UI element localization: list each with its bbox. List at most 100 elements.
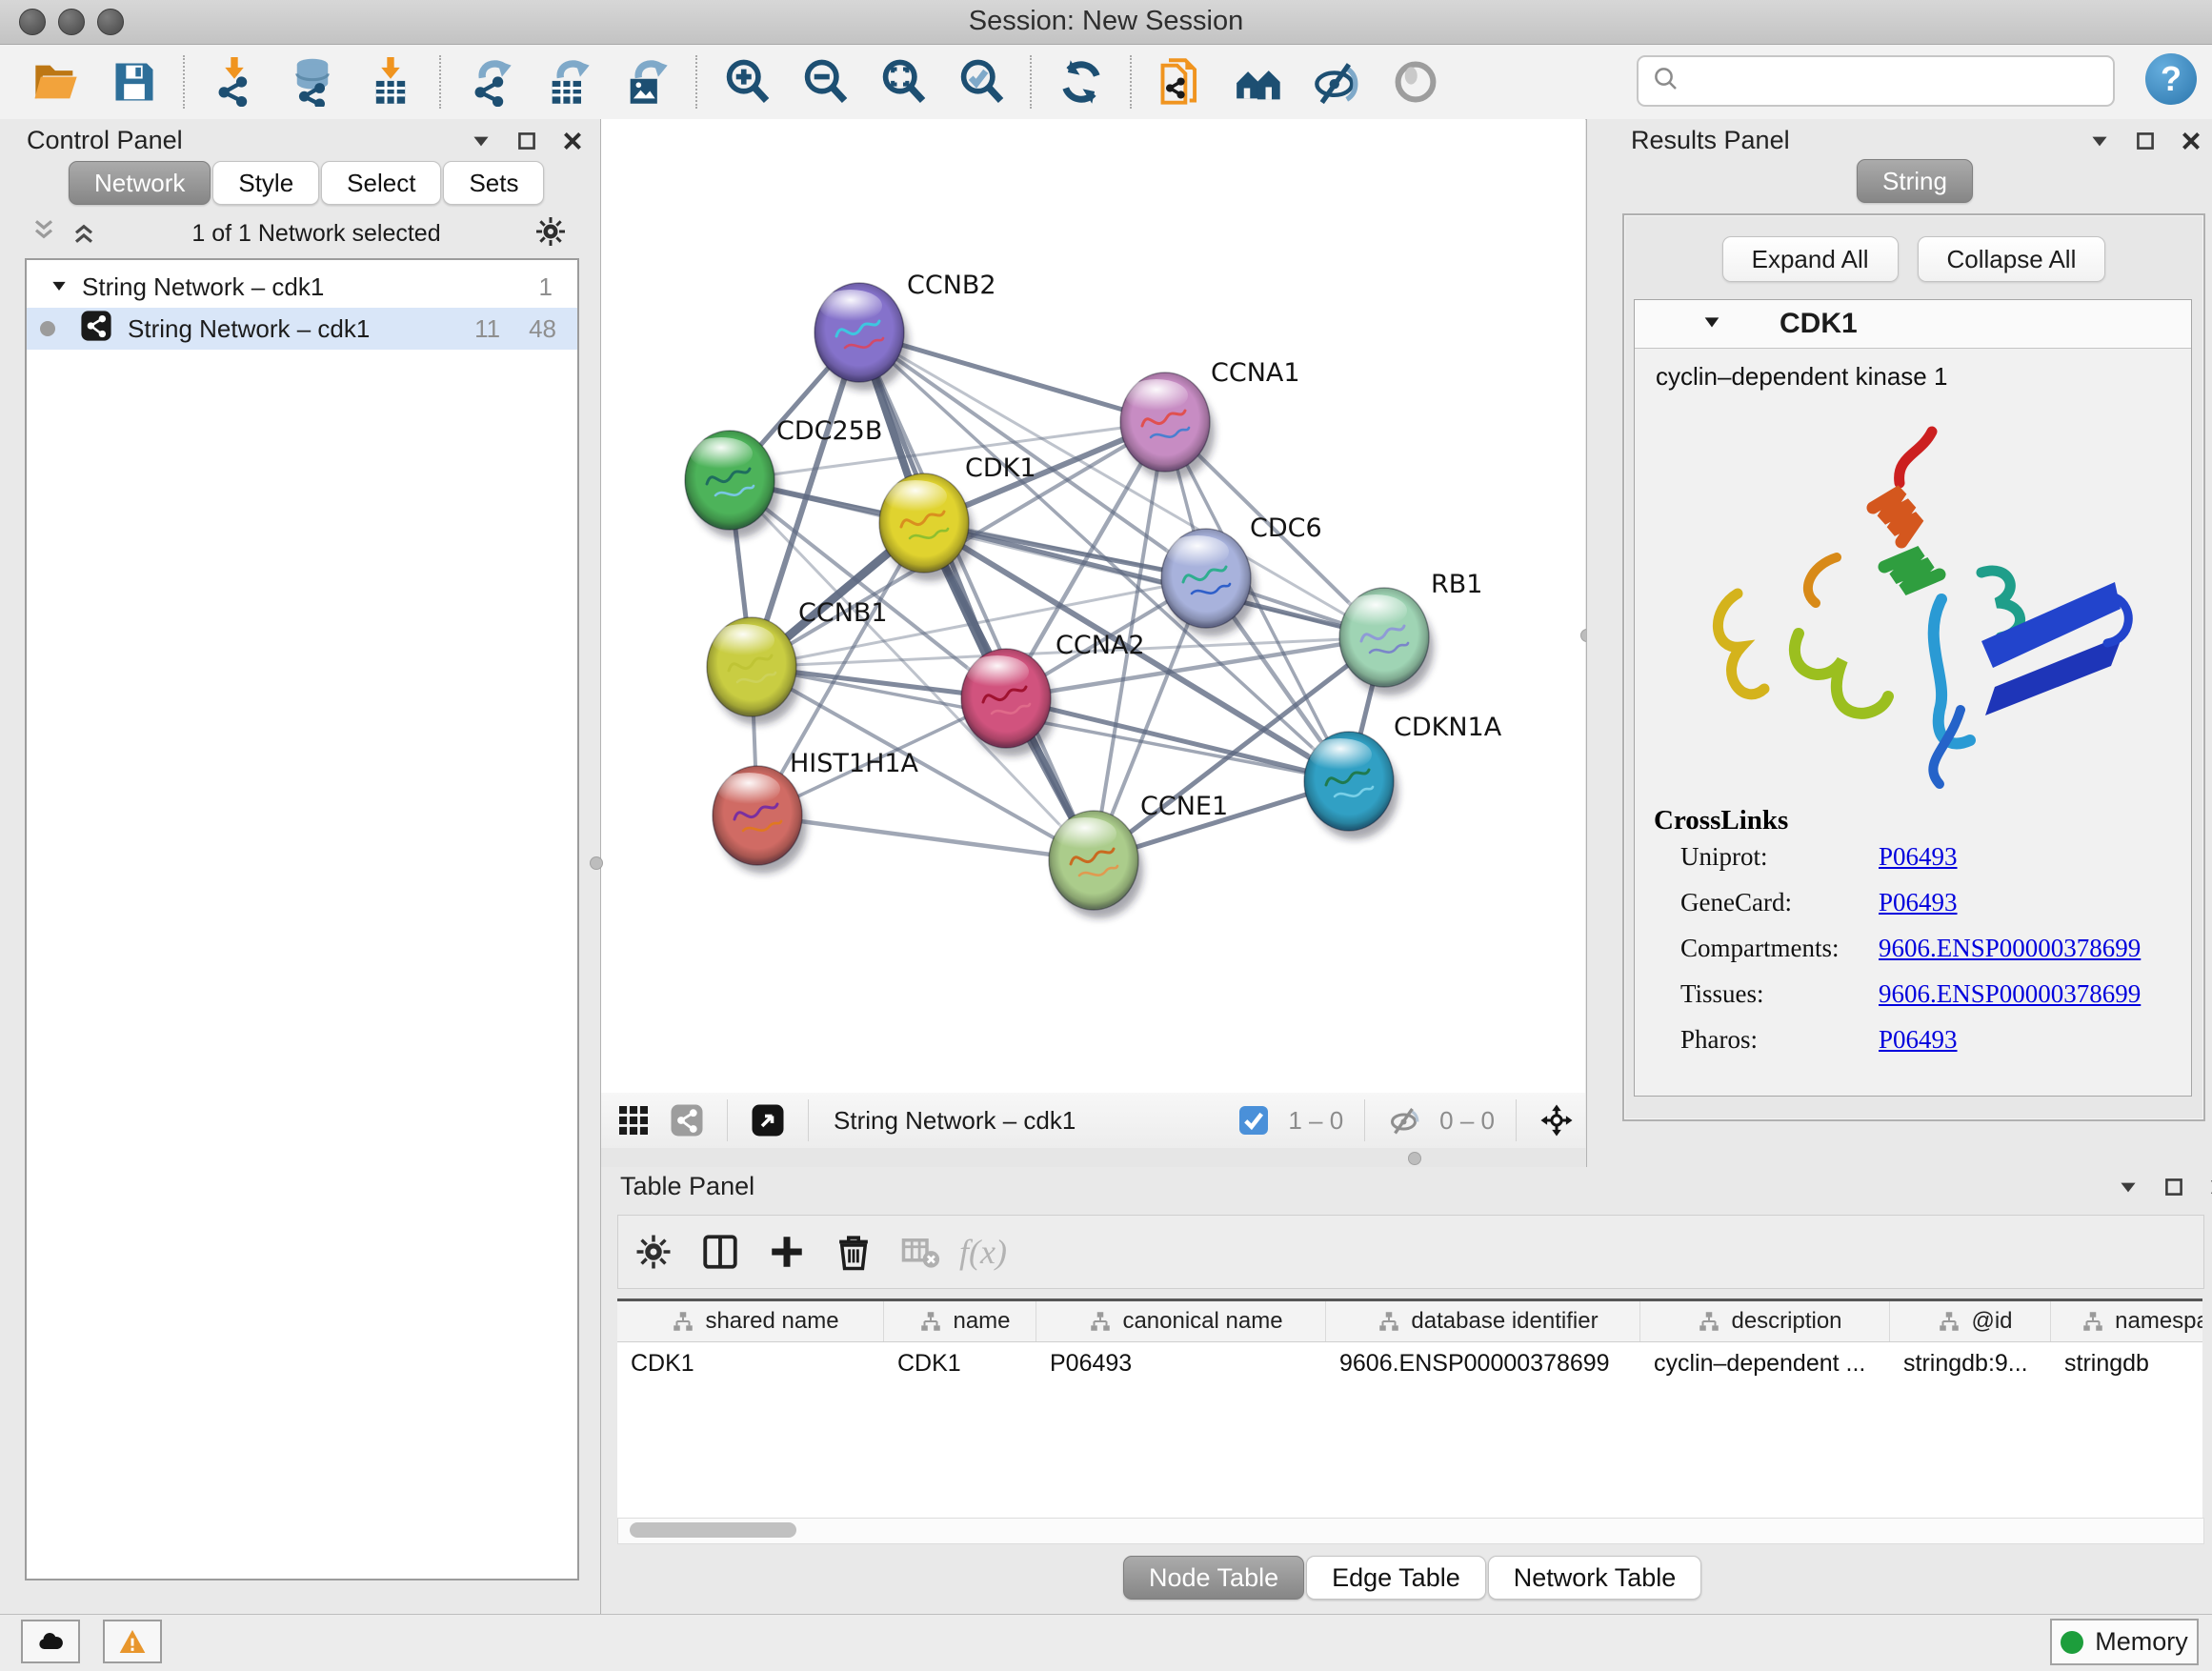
crosslink-link[interactable]: P06493 bbox=[1879, 1025, 1958, 1055]
table-row[interactable]: CDK1CDK1P064939606.ENSP00000378699cyclin… bbox=[617, 1342, 2202, 1384]
node-CCNE1[interactable] bbox=[1049, 811, 1143, 918]
cdk1-section-header[interactable]: CDK1 bbox=[1635, 300, 2191, 349]
table-settings-gear-icon[interactable] bbox=[632, 1230, 675, 1274]
string-share-icon[interactable] bbox=[668, 1101, 706, 1139]
node-HIST1H1A[interactable] bbox=[713, 766, 807, 874]
panel-close-icon[interactable] bbox=[2179, 129, 2203, 153]
tab-network[interactable]: Network bbox=[69, 161, 211, 205]
search-icon bbox=[1652, 65, 1680, 98]
network-options-gear-icon[interactable] bbox=[533, 214, 568, 253]
table-horizontal-scrollbar[interactable] bbox=[617, 1518, 2204, 1544]
expand-all-icon[interactable] bbox=[69, 216, 99, 252]
string-import-icon[interactable] bbox=[1154, 54, 1209, 110]
column-header-name[interactable]: name bbox=[884, 1301, 1036, 1341]
crosslink-label: Pharos: bbox=[1680, 1025, 1879, 1055]
node-CCNA1[interactable] bbox=[1120, 372, 1215, 480]
node-label-CCNE1: CCNE1 bbox=[1140, 792, 1228, 821]
graphics-details-icon[interactable] bbox=[1388, 54, 1443, 110]
import-network-from-database-icon[interactable] bbox=[285, 54, 340, 110]
left-splitter-handle[interactable] bbox=[590, 856, 603, 870]
edge-CCNB2-CCNE1[interactable] bbox=[859, 332, 1094, 860]
crosslink-link[interactable]: P06493 bbox=[1879, 842, 1958, 872]
column-header-namespac[interactable]: namespac bbox=[2051, 1301, 2202, 1341]
refresh-view-icon[interactable] bbox=[1054, 54, 1109, 110]
import-network-from-file-icon[interactable] bbox=[207, 54, 262, 110]
export-table-icon[interactable] bbox=[541, 54, 596, 110]
warning-button[interactable] bbox=[103, 1620, 162, 1663]
hide-unhide-icon[interactable] bbox=[1310, 54, 1365, 110]
crosslinks-title: CrossLinks bbox=[1654, 805, 2191, 836]
tab-sets[interactable]: Sets bbox=[443, 161, 544, 205]
zoom-selected-icon[interactable] bbox=[954, 54, 1009, 110]
memory-button[interactable]: Memory bbox=[2050, 1619, 2199, 1665]
tab-edge-table[interactable]: Edge Table bbox=[1306, 1556, 1486, 1600]
panel-close-icon[interactable] bbox=[2207, 1175, 2212, 1199]
save-session-icon[interactable] bbox=[107, 54, 162, 110]
node-CDK1[interactable] bbox=[879, 473, 974, 581]
help-button[interactable]: ? bbox=[2145, 53, 2197, 105]
toolbar-separator bbox=[1030, 55, 1033, 109]
column-header--id[interactable]: @id bbox=[1890, 1301, 2051, 1341]
import-table-from-file-icon[interactable] bbox=[363, 54, 418, 110]
selected-checkbox-icon[interactable] bbox=[1235, 1101, 1273, 1139]
pan-crosshair-icon[interactable] bbox=[1538, 1101, 1576, 1139]
string-network-graph[interactable]: CCNB2CCNA1CDC25BCDK1CDC6RB1CCNB1CCNA2CDK… bbox=[601, 119, 1585, 1093]
panel-close-icon[interactable] bbox=[560, 129, 585, 153]
panel-float-icon[interactable] bbox=[2162, 1175, 2186, 1199]
column-header-description[interactable]: description bbox=[1640, 1301, 1890, 1341]
crosslink-link[interactable]: 9606.ENSP00000378699 bbox=[1879, 979, 2141, 1009]
node-label-CCNB1: CCNB1 bbox=[798, 598, 888, 628]
export-network-icon[interactable] bbox=[463, 54, 518, 110]
node-CCNB2[interactable] bbox=[814, 283, 909, 391]
delete-column-icon[interactable] bbox=[832, 1230, 875, 1274]
cloud-status-button[interactable] bbox=[21, 1620, 80, 1663]
crosslink-link[interactable]: P06493 bbox=[1879, 888, 1958, 917]
tab-style[interactable]: Style bbox=[212, 161, 319, 205]
panel-collapse-icon[interactable] bbox=[2116, 1175, 2141, 1199]
search-input[interactable] bbox=[1690, 61, 2113, 101]
expand-all-button[interactable]: Expand All bbox=[1722, 236, 1899, 282]
crosslink-link[interactable]: 9606.ENSP00000378699 bbox=[1879, 934, 2141, 963]
network-collection-row[interactable]: String Network – cdk1 1 bbox=[27, 260, 577, 308]
network-view-canvas[interactable]: CCNB2CCNA1CDC25BCDK1CDC6RB1CCNB1CCNA2CDK… bbox=[601, 119, 1585, 1094]
zoom-in-icon[interactable] bbox=[719, 54, 774, 110]
open-session-icon[interactable] bbox=[29, 54, 84, 110]
panel-collapse-icon[interactable] bbox=[2087, 129, 2112, 153]
toolbar-separator bbox=[695, 55, 698, 109]
show-columns-icon[interactable] bbox=[698, 1230, 742, 1274]
zoom-fit-icon[interactable] bbox=[875, 54, 931, 110]
node-CDKN1A[interactable] bbox=[1304, 732, 1398, 839]
collapse-all-icon[interactable] bbox=[29, 216, 59, 252]
export-image-icon[interactable] bbox=[619, 54, 674, 110]
panel-collapse-icon[interactable] bbox=[469, 129, 493, 153]
open-in-new-window-icon[interactable] bbox=[749, 1101, 787, 1139]
section-expander-icon[interactable] bbox=[1701, 312, 1722, 337]
add-column-icon[interactable] bbox=[765, 1230, 809, 1274]
node-CDC25B[interactable] bbox=[685, 431, 779, 538]
search-box[interactable] bbox=[1637, 55, 2115, 107]
node-RB1[interactable] bbox=[1339, 588, 1434, 695]
column-header-shared-name[interactable]: shared name bbox=[617, 1301, 884, 1341]
tab-node-table[interactable]: Node Table bbox=[1123, 1556, 1304, 1600]
home-icon[interactable] bbox=[1232, 54, 1287, 110]
birdseye-grid-icon[interactable] bbox=[614, 1101, 653, 1139]
tab-network-table[interactable]: Network Table bbox=[1488, 1556, 1702, 1600]
edge-HIST1H1A-CCNE1[interactable] bbox=[757, 815, 1094, 860]
hidden-eye-icon[interactable] bbox=[1386, 1101, 1424, 1139]
results-tab-string[interactable]: String bbox=[1857, 159, 1973, 203]
panel-float-icon[interactable] bbox=[514, 129, 539, 153]
scrollbar-thumb[interactable] bbox=[630, 1522, 796, 1538]
tree-expander-icon[interactable] bbox=[50, 272, 69, 302]
tab-select[interactable]: Select bbox=[321, 161, 441, 205]
zoom-out-icon[interactable] bbox=[797, 54, 853, 110]
node-label-CCNA2: CCNA2 bbox=[1056, 631, 1145, 660]
cell--id: stringdb:9... bbox=[1890, 1350, 2051, 1378]
column-header-canonical-name[interactable]: canonical name bbox=[1036, 1301, 1326, 1341]
node-label-HIST1H1A: HIST1H1A bbox=[790, 749, 919, 778]
column-header-database-identifier[interactable]: database identifier bbox=[1326, 1301, 1640, 1341]
collapse-all-button[interactable]: Collapse All bbox=[1918, 236, 2106, 282]
panel-float-icon[interactable] bbox=[2133, 129, 2158, 153]
node-CCNA2[interactable] bbox=[961, 649, 1056, 756]
network-row[interactable]: String Network – cdk1 11 48 bbox=[27, 308, 577, 350]
splitter-handle[interactable] bbox=[1408, 1152, 1421, 1165]
